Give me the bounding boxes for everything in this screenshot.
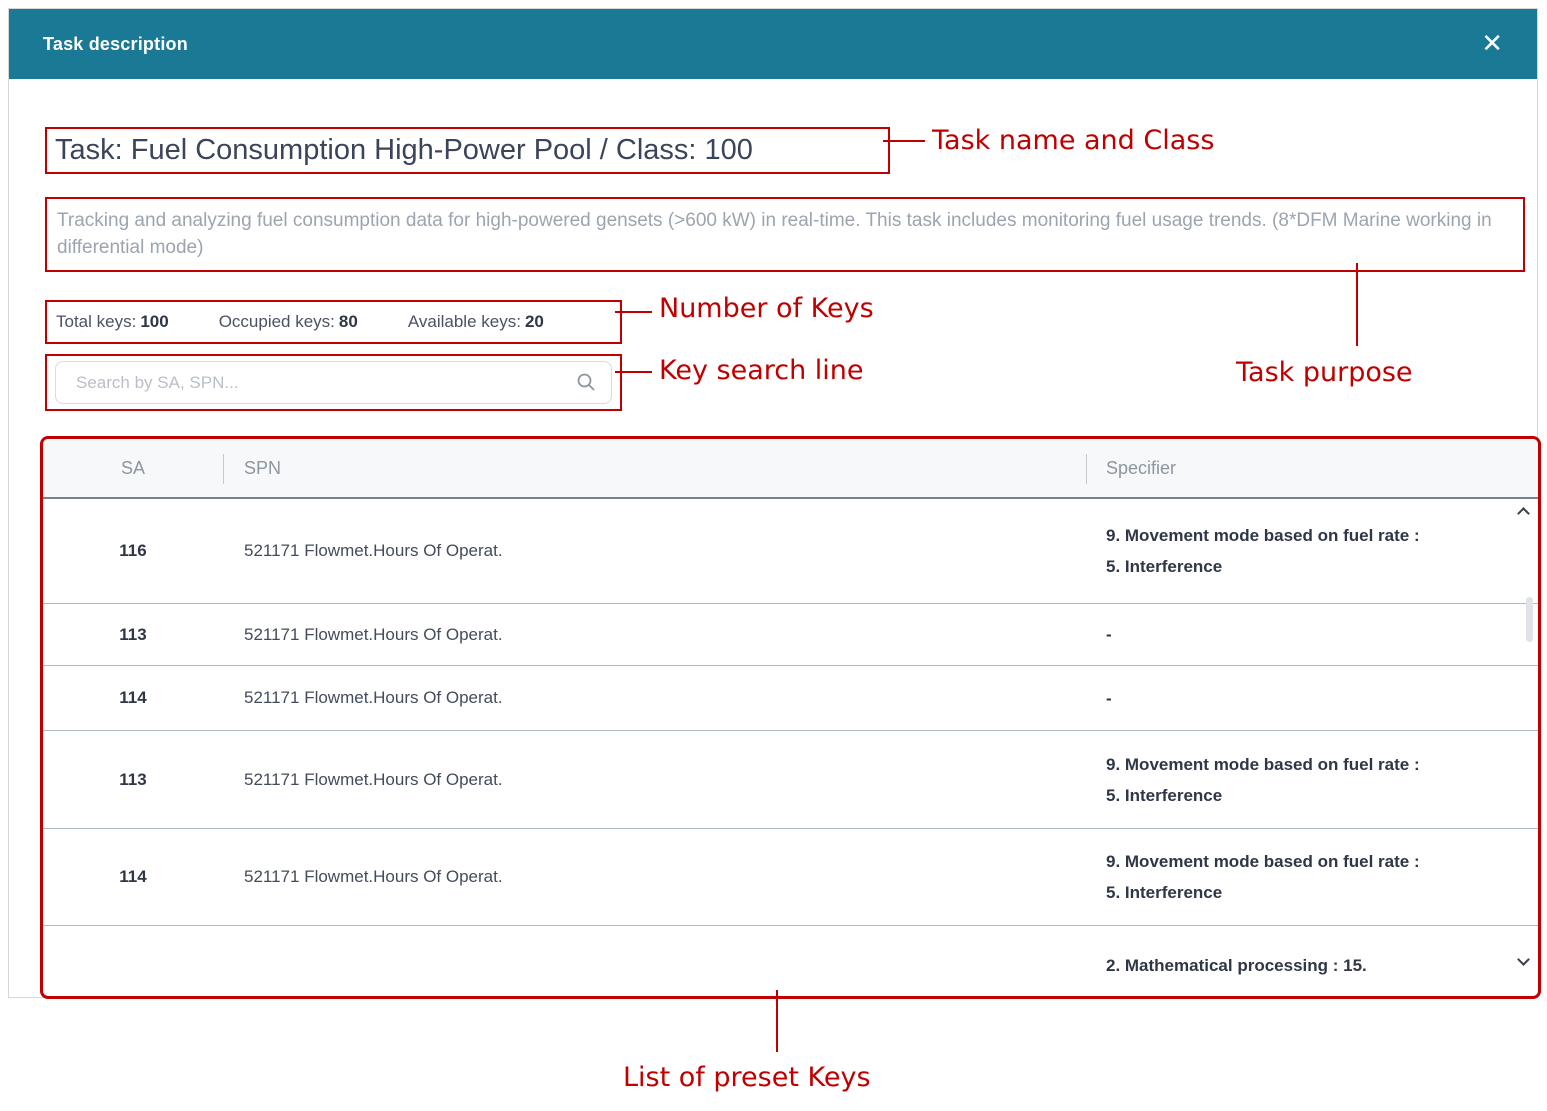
task-description-modal: Task description ✕ Task: Fuel Consumptio…	[8, 8, 1538, 998]
table-row[interactable]: 114 521171 Flowmet.Hours Of Operat. 9. M…	[43, 829, 1538, 926]
search-input[interactable]	[55, 361, 612, 404]
available-keys-stat: Available keys:20	[408, 312, 544, 332]
cell-sa: 114	[43, 867, 223, 887]
occupied-keys-label: Occupied keys:	[219, 312, 335, 331]
cell-sa: 116	[43, 541, 223, 561]
annotation-key-search-line: Key search line	[659, 355, 864, 386]
table-scrollbar-thumb[interactable]	[1526, 597, 1533, 642]
table-row[interactable]: 113 521171 Flowmet.Hours Of Operat. -	[43, 604, 1538, 666]
search-wrap	[55, 361, 612, 404]
total-keys-stat: Total keys:100	[56, 312, 169, 332]
column-header-sa[interactable]: SA	[43, 458, 223, 479]
total-keys-label: Total keys:	[56, 312, 136, 331]
task-title: Task: Fuel Consumption High-Power Pool /…	[55, 134, 753, 167]
available-keys-value: 20	[525, 312, 544, 331]
task-title-box: Task: Fuel Consumption High-Power Pool /…	[45, 127, 890, 174]
search-annotation-box	[45, 354, 622, 411]
annotation-number-of-keys: Number of Keys	[659, 293, 874, 324]
total-keys-value: 100	[140, 312, 168, 331]
table-header-row: SA SPN Specifier	[43, 439, 1538, 499]
annotation-line-task-name	[883, 140, 925, 142]
annotation-list-of-preset-keys: List of preset Keys	[623, 1062, 871, 1093]
modal-header: Task description ✕	[9, 9, 1537, 79]
annotation-line-number-keys	[615, 311, 652, 313]
page: Task description ✕ Task: Fuel Consumptio…	[0, 0, 1547, 1111]
annotation-task-name: Task name and Class	[932, 125, 1214, 156]
annotation-line-preset-keys	[776, 990, 778, 1052]
cell-spn: 521171 Flowmet.Hours Of Operat.	[223, 625, 1086, 645]
annotation-line-task-purpose	[1356, 263, 1358, 346]
modal-title: Task description	[43, 34, 188, 55]
cell-sa: 113	[43, 770, 223, 790]
table-row[interactable]: 116 521171 Flowmet.Hours Of Operat. 9. M…	[43, 499, 1538, 604]
cell-spn: 521171 Flowmet.Hours Of Operat.	[223, 867, 1086, 887]
column-header-spn[interactable]: SPN	[223, 458, 1086, 479]
cell-specifier: -	[1086, 619, 1538, 650]
annotation-line-key-search	[615, 371, 652, 373]
table-row[interactable]: 114 521171 Flowmet.Hours Of Operat. -	[43, 666, 1538, 731]
table-body: 116 521171 Flowmet.Hours Of Operat. 9. M…	[43, 499, 1538, 999]
preset-keys-table: SA SPN Specifier 116 521171 Flowmet.Hour…	[40, 436, 1541, 999]
column-header-specifier[interactable]: Specifier	[1086, 458, 1538, 479]
annotation-task-purpose: Task purpose	[1236, 357, 1413, 388]
available-keys-label: Available keys:	[408, 312, 521, 331]
close-icon[interactable]: ✕	[1481, 31, 1503, 57]
cell-specifier: 9. Movement mode based on fuel rate :5. …	[1086, 846, 1538, 908]
cell-specifier: 2. Mathematical processing : 15.	[1086, 950, 1538, 981]
cell-specifier: 9. Movement mode based on fuel rate :5. …	[1086, 749, 1538, 811]
cell-sa: 114	[43, 688, 223, 708]
cell-sa: 113	[43, 625, 223, 645]
occupied-keys-value: 80	[339, 312, 358, 331]
keys-stats-box: Total keys:100 Occupied keys:80 Availabl…	[45, 300, 622, 344]
cell-spn: 521171 Flowmet.Hours Of Operat.	[223, 770, 1086, 790]
cell-spn: 521171 Flowmet.Hours Of Operat.	[223, 541, 1086, 561]
task-description-box: Tracking and analyzing fuel consumption …	[45, 197, 1525, 272]
table-row[interactable]: 2. Mathematical processing : 15.	[43, 926, 1538, 999]
occupied-keys-stat: Occupied keys:80	[219, 312, 358, 332]
table-row[interactable]: 113 521171 Flowmet.Hours Of Operat. 9. M…	[43, 731, 1538, 829]
search-icon	[576, 372, 596, 392]
cell-specifier: 9. Movement mode based on fuel rate :5. …	[1086, 520, 1538, 582]
cell-specifier: -	[1086, 683, 1538, 714]
cell-spn: 521171 Flowmet.Hours Of Operat.	[223, 688, 1086, 708]
task-description-text: Tracking and analyzing fuel consumption …	[57, 207, 1513, 261]
